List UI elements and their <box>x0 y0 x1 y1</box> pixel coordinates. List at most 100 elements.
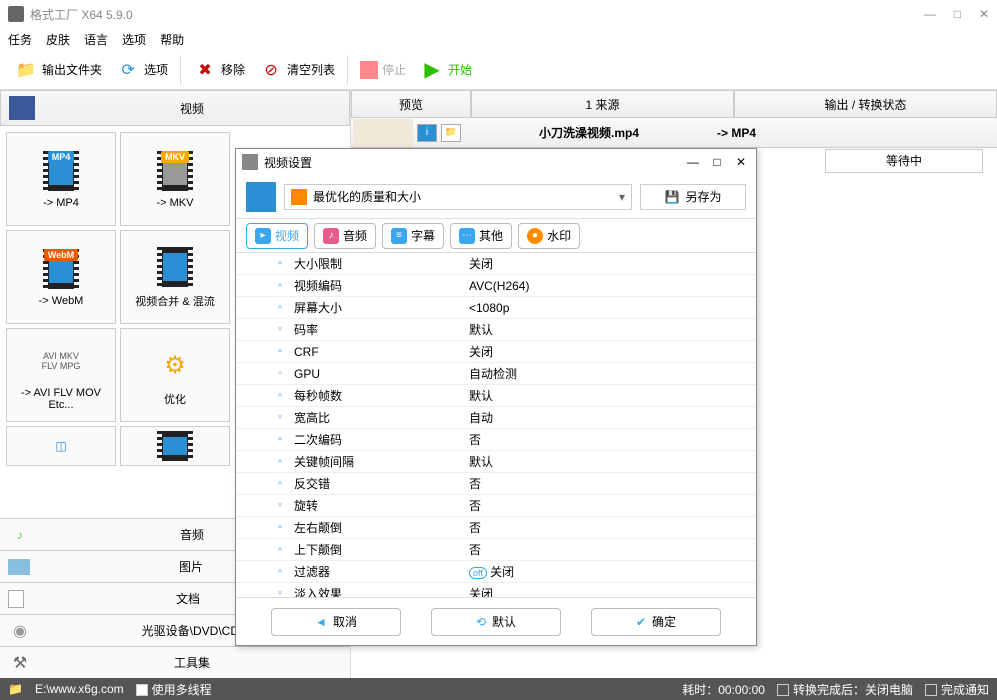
dialog-close-button[interactable]: ✕ <box>732 155 750 169</box>
setting-row[interactable]: ▫视频编码AVC(H264) <box>236 275 756 297</box>
format-other[interactable] <box>120 426 230 466</box>
status-bar: 📁 E:\www.x6g.com ✓使用多线程 耗时：00:00:00 转换完成… <box>0 678 997 700</box>
setting-row[interactable]: ▫淡入效果关闭 <box>236 583 756 597</box>
folder-button[interactable]: 📁 <box>441 124 461 142</box>
setting-row[interactable]: ▫左右颠倒否 <box>236 517 756 539</box>
format-crop[interactable]: ◫ <box>6 426 116 466</box>
dialog-titlebar[interactable]: 视频设置 — □ ✕ <box>236 149 756 175</box>
tab-subtitle[interactable]: ≡字幕 <box>382 223 444 249</box>
setting-row[interactable]: ▫ 屏幕大小<1080p <box>236 297 756 319</box>
remove-label: 移除 <box>221 61 245 78</box>
setting-value: 否 <box>469 519 756 536</box>
multithread-checkbox[interactable]: ✓ <box>136 684 148 696</box>
header-source[interactable]: 1 来源 <box>471 90 734 118</box>
setting-value: 自动 <box>469 409 756 426</box>
menu-task[interactable]: 任务 <box>8 31 32 48</box>
setting-row[interactable]: ▫反交错否 <box>236 473 756 495</box>
format-optimize[interactable]: ⚙ 优化 <box>120 328 230 422</box>
setting-icon: ▫ <box>272 477 288 491</box>
setting-row[interactable]: ▫宽高比自动 <box>236 407 756 429</box>
setting-row[interactable]: ▫每秒帧数默认 <box>236 385 756 407</box>
remove-button[interactable]: ✖ 移除 <box>187 54 251 86</box>
options-button[interactable]: ⟳ 选项 <box>110 54 174 86</box>
video-settings-dialog: 视频设置 — □ ✕ 最优化的质量和大小 ▾ 💾 另存为 ▸视频 ♪音频 ≡字幕… <box>235 148 757 646</box>
setting-row[interactable]: ▫关键帧间隔默认 <box>236 451 756 473</box>
setting-key: 屏幕大小 <box>294 299 469 316</box>
stop-label: 停止 <box>382 61 406 78</box>
setting-row[interactable]: ▫过滤器off 关闭 <box>236 561 756 583</box>
menu-language[interactable]: 语言 <box>84 31 108 48</box>
file-row[interactable]: i 📁 小刀洗澡视频.mp4 -> MP4 <box>351 118 997 148</box>
setting-row[interactable]: ▫大小限制关闭 <box>236 253 756 275</box>
settings-list[interactable]: ▫大小限制关闭▫视频编码AVC(H264) ▫ 屏幕大小<1080p ▫码率默认▫CR… <box>236 253 756 597</box>
setting-value: 否 <box>469 431 756 448</box>
tab-video[interactable]: ▸视频 <box>246 223 308 249</box>
header-output[interactable]: 输出 / 转换状态 <box>734 90 997 118</box>
ok-button[interactable]: ✔确定 <box>591 608 721 636</box>
setting-key: GPU <box>294 367 469 381</box>
setting-row[interactable]: ▫CRF关闭 <box>236 341 756 363</box>
start-button[interactable]: ▶ 开始 <box>414 54 478 86</box>
setting-icon: ▫ <box>272 587 288 598</box>
notify-checkbox[interactable] <box>925 684 937 696</box>
info-button[interactable]: i <box>417 124 437 142</box>
dialog-maximize-button[interactable]: □ <box>708 155 726 169</box>
stop-button[interactable]: 停止 <box>354 57 412 83</box>
file-target: -> MP4 <box>717 126 817 140</box>
minimize-button[interactable]: — <box>924 7 936 21</box>
format-mkv[interactable]: MKV -> MKV <box>120 132 230 226</box>
setting-value: off 关闭 <box>469 563 756 580</box>
setting-value: AVC(H264) <box>469 279 756 293</box>
format-merge[interactable]: 视频合并 & 混流 <box>120 230 230 324</box>
chevron-down-icon: ▾ <box>619 190 625 204</box>
setting-row[interactable]: ▫旋转否 <box>236 495 756 517</box>
setting-icon: ▫ <box>272 367 288 381</box>
format-mp4[interactable]: MP4 -> MP4 <box>6 132 116 226</box>
setting-row[interactable]: ▫上下颠倒否 <box>236 539 756 561</box>
profile-icon <box>291 189 307 205</box>
disk-icon <box>246 182 276 212</box>
category-tools[interactable]: ⚒ 工具集 <box>0 646 350 678</box>
toolbar: 📁 输出文件夹 ⟳ 选项 ✖ 移除 ⊘ 清空列表 停止 ▶ 开始 <box>0 50 997 90</box>
setting-row[interactable]: ▫二次编码否 <box>236 429 756 451</box>
dialog-minimize-button[interactable]: — <box>684 155 702 169</box>
window-titlebar: 格式工厂 X64 5.9.0 — □ ✕ <box>0 0 997 28</box>
setting-value: <1080p <box>469 301 756 315</box>
setting-key: 旋转 <box>294 497 469 514</box>
output-folder-button[interactable]: 📁 输出文件夹 <box>8 54 108 86</box>
play-icon: ▶ <box>420 58 444 82</box>
menu-options[interactable]: 选项 <box>122 31 146 48</box>
default-button[interactable]: ⟲默认 <box>431 608 561 636</box>
menu-help[interactable]: 帮助 <box>160 31 184 48</box>
waiting-status[interactable]: 等待中 <box>825 149 983 173</box>
clear-list-button[interactable]: ⊘ 清空列表 <box>253 54 341 86</box>
after-checkbox[interactable] <box>777 684 789 696</box>
save-as-button[interactable]: 💾 另存为 <box>640 184 746 210</box>
tab-other[interactable]: ⋯其他 <box>450 223 512 249</box>
format-avi-etc[interactable]: AVI MKVFLV MPG -> AVI FLV MOV Etc... <box>6 328 116 422</box>
setting-value: 默认 <box>469 321 756 338</box>
setting-row[interactable]: ▫ GPU自动检测 <box>236 363 756 385</box>
close-button[interactable]: ✕ <box>979 7 989 21</box>
header-preview[interactable]: 预览 <box>351 90 471 118</box>
setting-row[interactable]: ▫码率默认 <box>236 319 756 341</box>
format-webm[interactable]: WebM -> WebM <box>6 230 116 324</box>
tab-watermark[interactable]: ●水印 <box>518 223 580 249</box>
tab-audio[interactable]: ♪音频 <box>314 223 376 249</box>
setting-key: 淡入效果 <box>294 585 469 597</box>
profile-select[interactable]: 最优化的质量和大小 ▾ <box>284 184 632 210</box>
setting-value: 自动检测 <box>469 365 756 382</box>
setting-icon: ▫ <box>272 301 288 315</box>
setting-value: 否 <box>469 475 756 492</box>
cancel-button[interactable]: ◄取消 <box>271 608 401 636</box>
dialog-button-row: ◄取消 ⟲默认 ✔确定 <box>236 597 756 645</box>
setting-key: 左右颠倒 <box>294 519 469 536</box>
after-label: 转换完成后： <box>793 683 865 697</box>
output-path[interactable]: E:\www.x6g.com <box>35 682 124 696</box>
image-icon <box>8 559 30 575</box>
video-category-header[interactable]: 视频 <box>0 90 350 126</box>
menu-skin[interactable]: 皮肤 <box>46 31 70 48</box>
maximize-button[interactable]: □ <box>954 7 961 21</box>
setting-icon: ▫ <box>272 433 288 447</box>
start-label: 开始 <box>448 61 472 78</box>
